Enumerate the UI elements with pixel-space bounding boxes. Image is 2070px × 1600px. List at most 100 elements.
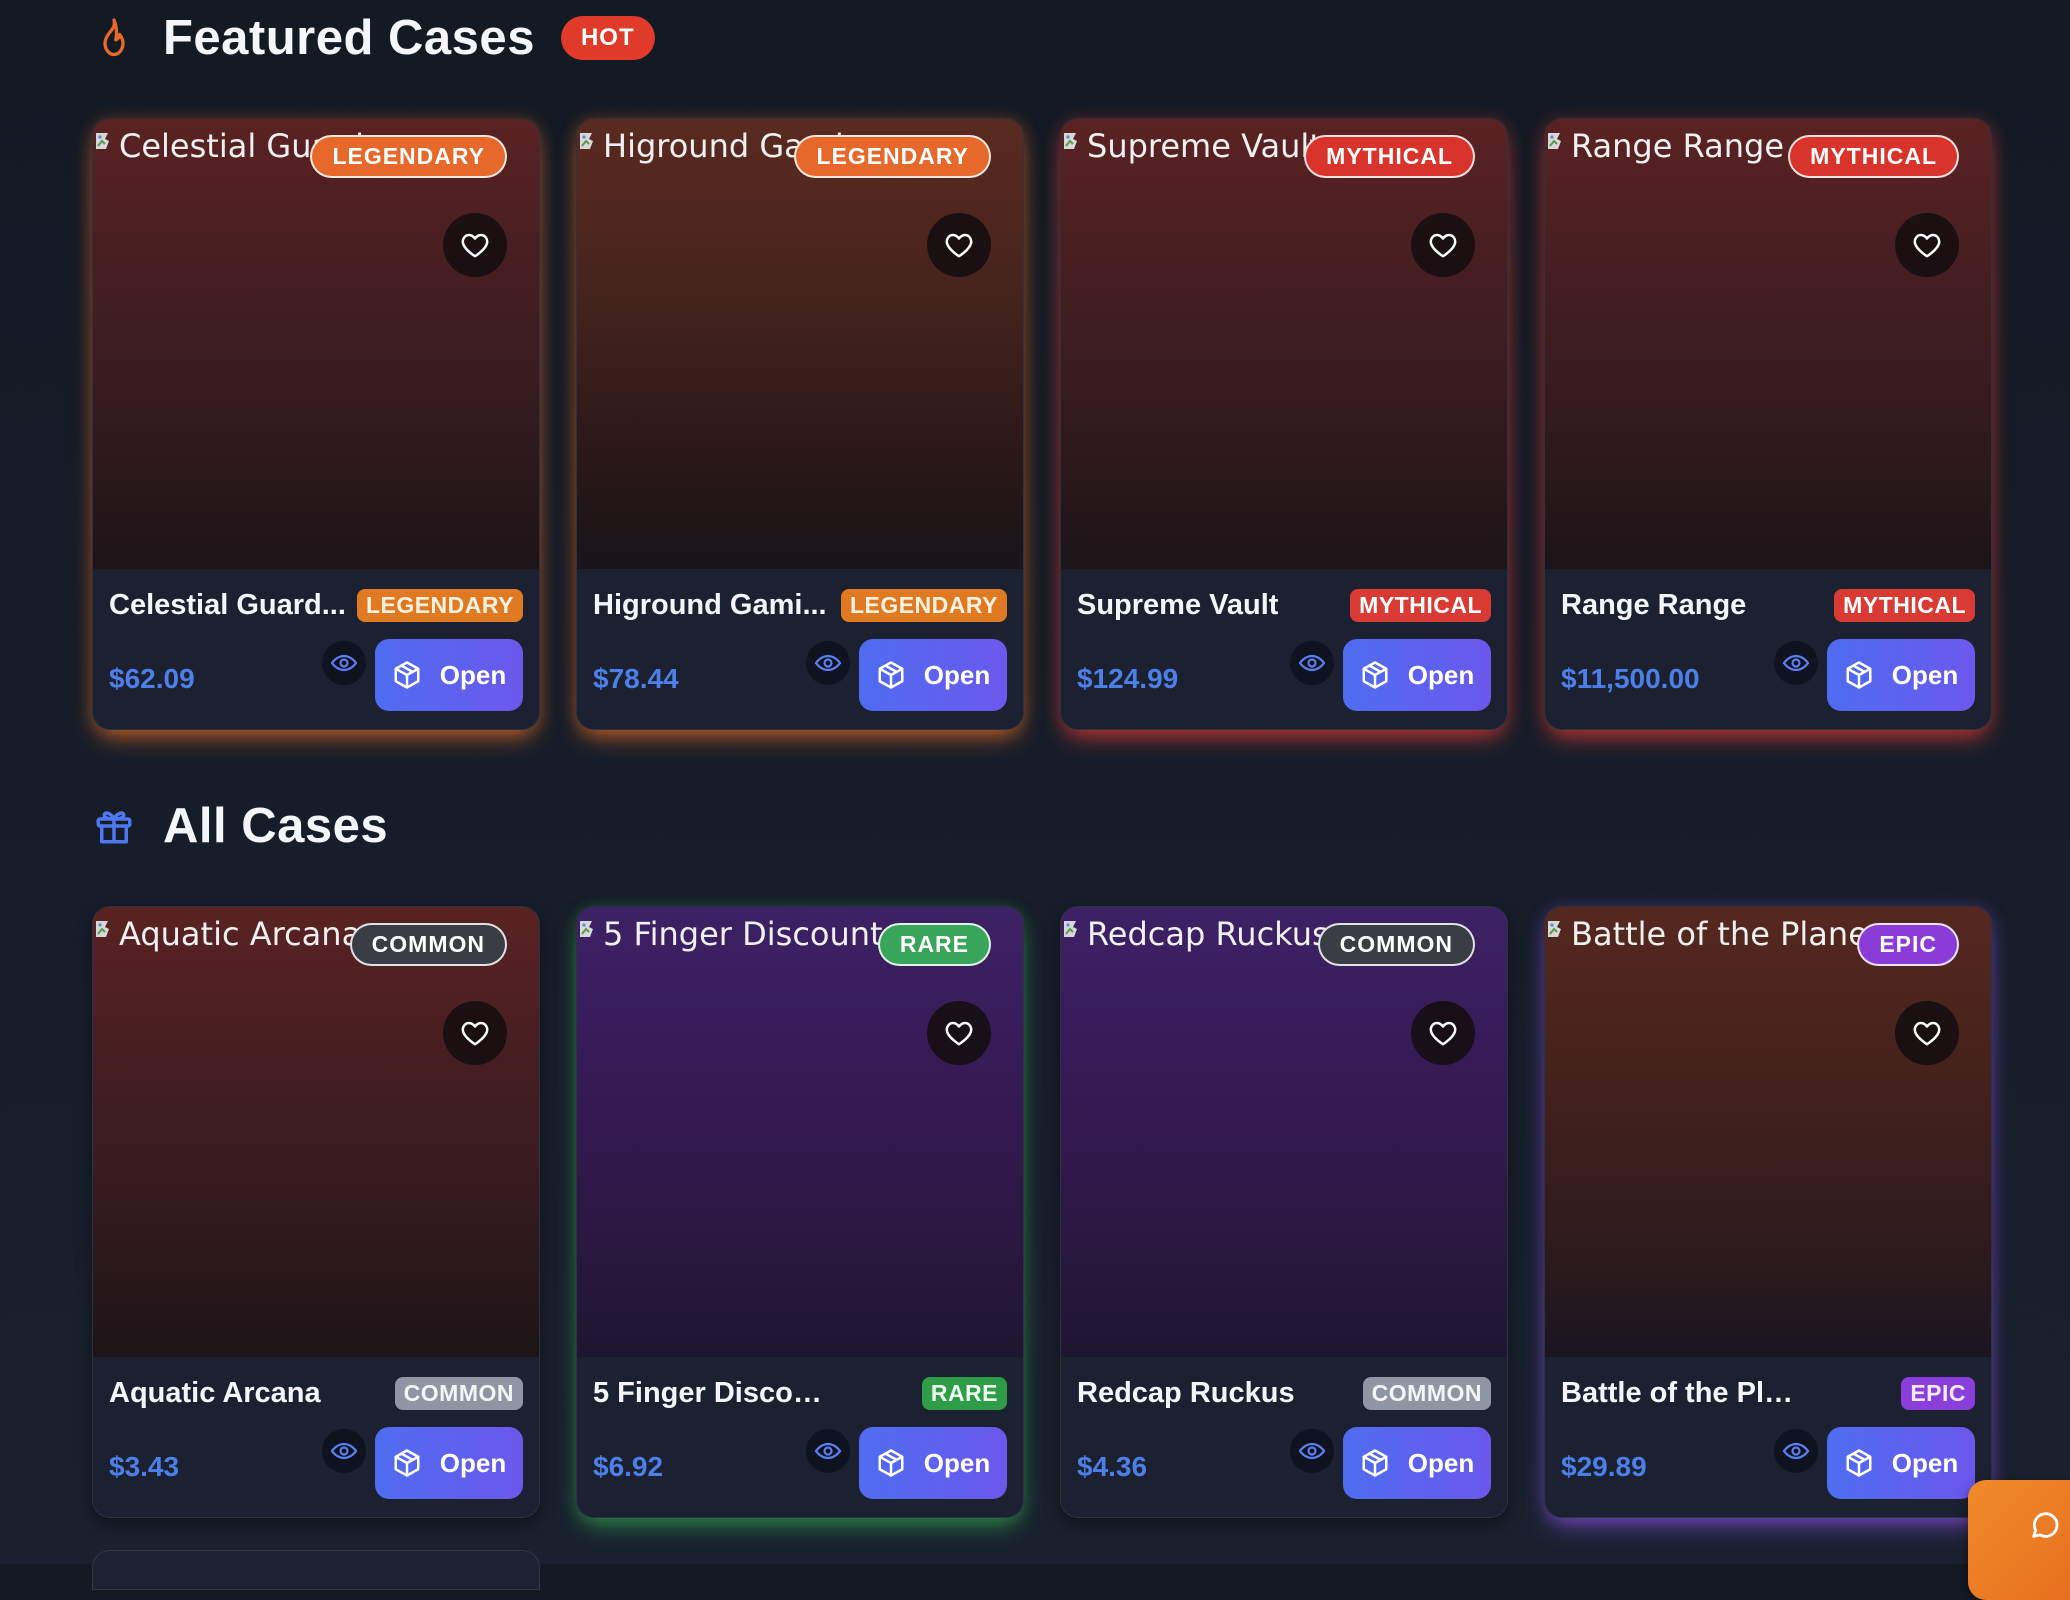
open-label: Open bbox=[1891, 1447, 1959, 1478]
open-case-button[interactable]: Open bbox=[1827, 1427, 1975, 1499]
eye-icon bbox=[1782, 1442, 1810, 1460]
open-label: Open bbox=[1407, 659, 1475, 690]
case-image-alt: Range Range bbox=[1545, 127, 1784, 165]
case-card[interactable]: Redcap Ruckus COMMON Redcap Ruckus COMMO… bbox=[1060, 906, 1508, 1518]
gift-icon bbox=[93, 805, 135, 847]
case-image-alt: Aquatic Arcana bbox=[93, 915, 361, 953]
open-case-button[interactable]: Open bbox=[1343, 639, 1491, 711]
eye-icon bbox=[814, 1442, 842, 1460]
open-label: Open bbox=[923, 659, 991, 690]
open-case-button[interactable]: Open bbox=[375, 1427, 523, 1499]
rarity-tag: COMMON bbox=[349, 923, 507, 966]
case-image: Higround Gami... LEGENDARY bbox=[577, 119, 1023, 569]
preview-button[interactable] bbox=[806, 641, 850, 685]
case-info: Aquatic Arcana COMMON $3.43 Open bbox=[93, 1357, 539, 1517]
open-case-button[interactable]: Open bbox=[1343, 1427, 1491, 1499]
favorite-button[interactable] bbox=[1895, 213, 1959, 277]
open-case-button[interactable]: Open bbox=[1827, 639, 1975, 711]
rarity-label: COMMON bbox=[1362, 1377, 1491, 1410]
case-card[interactable]: Celestial Guard... LEGENDARY Celestial G… bbox=[92, 118, 540, 730]
favorite-button[interactable] bbox=[1411, 1001, 1475, 1065]
rarity-tag: MYTHICAL bbox=[1304, 135, 1475, 178]
case-info: Supreme Vault MYTHICAL $124.99 Open bbox=[1061, 569, 1507, 729]
eye-icon bbox=[814, 654, 842, 672]
case-image-alt-text: Aquatic Arcana bbox=[119, 915, 362, 953]
favorite-button[interactable] bbox=[443, 213, 507, 277]
rarity-label: LEGENDARY bbox=[840, 589, 1007, 622]
open-case-button[interactable]: Open bbox=[375, 639, 523, 711]
favorite-button[interactable] bbox=[927, 1001, 991, 1065]
case-image-alt-text: Redcap Ruckus bbox=[1087, 915, 1329, 953]
case-info: Range Range MYTHICAL $11,500.00 Open bbox=[1545, 569, 1991, 729]
open-case-button[interactable]: Open bbox=[859, 639, 1007, 711]
preview-button[interactable] bbox=[1290, 1429, 1334, 1473]
box-icon bbox=[1362, 661, 1388, 689]
flame-icon bbox=[93, 17, 135, 59]
case-card[interactable]: Range Range MYTHICAL Range Range MYTHICA… bbox=[1544, 118, 1992, 730]
case-image-alt: Battle of the Planes bbox=[1545, 915, 1885, 953]
broken-image-icon bbox=[580, 921, 593, 937]
open-label: Open bbox=[439, 1447, 507, 1478]
chat-button[interactable] bbox=[1968, 1480, 2070, 1600]
case-price: $3.43 bbox=[109, 1451, 180, 1482]
open-case-button[interactable]: Open bbox=[859, 1427, 1007, 1499]
heart-icon bbox=[461, 233, 489, 258]
rarity-tag: EPIC bbox=[1857, 923, 1959, 966]
case-card[interactable]: Battle of the Planes EPIC Battle of the … bbox=[1544, 906, 1992, 1518]
box-icon bbox=[878, 1449, 904, 1477]
heart-icon bbox=[1913, 1021, 1941, 1046]
eye-icon bbox=[330, 1442, 358, 1460]
favorite-button[interactable] bbox=[927, 213, 991, 277]
preview-button[interactable] bbox=[1774, 641, 1818, 685]
case-name: Range Range bbox=[1561, 589, 1747, 621]
preview-button[interactable] bbox=[322, 1429, 366, 1473]
case-image: Aquatic Arcana COMMON bbox=[93, 907, 539, 1357]
broken-image-icon bbox=[1064, 133, 1077, 149]
rarity-label: EPIC bbox=[1901, 1377, 1975, 1410]
case-name: Celestial Guard... bbox=[109, 589, 346, 621]
favorite-button[interactable] bbox=[1411, 213, 1475, 277]
case-name: Redcap Ruckus bbox=[1077, 1377, 1295, 1409]
featured-cases-header: Featured Cases HOT bbox=[93, 10, 655, 66]
rarity-label: COMMON bbox=[394, 1377, 523, 1410]
case-image: Range Range MYTHICAL bbox=[1545, 119, 1991, 569]
favorite-button[interactable] bbox=[1895, 1001, 1959, 1065]
eye-icon bbox=[1298, 654, 1326, 672]
eye-icon bbox=[330, 654, 358, 672]
case-card[interactable]: Higround Gami... LEGENDARY Higround Gami… bbox=[576, 118, 1024, 730]
rarity-tag: MYTHICAL bbox=[1788, 135, 1959, 178]
preview-button[interactable] bbox=[806, 1429, 850, 1473]
rarity-label: MYTHICAL bbox=[1834, 589, 1975, 622]
case-price: $78.44 bbox=[593, 663, 679, 694]
rarity-label: RARE bbox=[921, 1377, 1007, 1410]
favorite-button[interactable] bbox=[443, 1001, 507, 1065]
box-icon bbox=[1846, 1449, 1872, 1477]
case-image-alt: Redcap Ruckus bbox=[1061, 915, 1329, 953]
open-label: Open bbox=[923, 1447, 991, 1478]
case-card[interactable]: 5 Finger Discount RARE 5 Finger Discount… bbox=[576, 906, 1024, 1518]
case-price: $124.99 bbox=[1077, 663, 1179, 694]
case-image-alt-text: Range Range bbox=[1571, 127, 1785, 165]
preview-button[interactable] bbox=[1290, 641, 1334, 685]
case-info: Battle of the Planes EPIC $29.89 Open bbox=[1545, 1357, 1991, 1517]
preview-button[interactable] bbox=[1774, 1429, 1818, 1473]
rarity-tag: RARE bbox=[877, 923, 991, 966]
heart-icon bbox=[1429, 233, 1457, 258]
case-price: $6.92 bbox=[593, 1451, 664, 1482]
eye-icon bbox=[1782, 654, 1810, 672]
box-icon bbox=[394, 661, 420, 689]
heart-icon bbox=[461, 1021, 489, 1046]
case-card[interactable]: Aquatic Arcana COMMON Aquatic Arcana COM… bbox=[92, 906, 540, 1518]
case-name: Supreme Vault bbox=[1077, 589, 1279, 621]
chat-icon bbox=[2032, 1512, 2059, 1538]
case-card-partial[interactable] bbox=[92, 1550, 540, 1590]
broken-image-icon bbox=[96, 133, 109, 149]
case-name: Higround Gami... bbox=[593, 589, 827, 621]
case-card[interactable]: Supreme Vault MYTHICAL Supreme Vault MYT… bbox=[1060, 118, 1508, 730]
heart-icon bbox=[945, 233, 973, 258]
preview-button[interactable] bbox=[322, 641, 366, 685]
case-image-alt-text: Battle of the Planes bbox=[1571, 915, 1885, 953]
open-label: Open bbox=[439, 659, 507, 690]
box-icon bbox=[394, 1449, 420, 1477]
case-image: Battle of the Planes EPIC bbox=[1545, 907, 1991, 1357]
